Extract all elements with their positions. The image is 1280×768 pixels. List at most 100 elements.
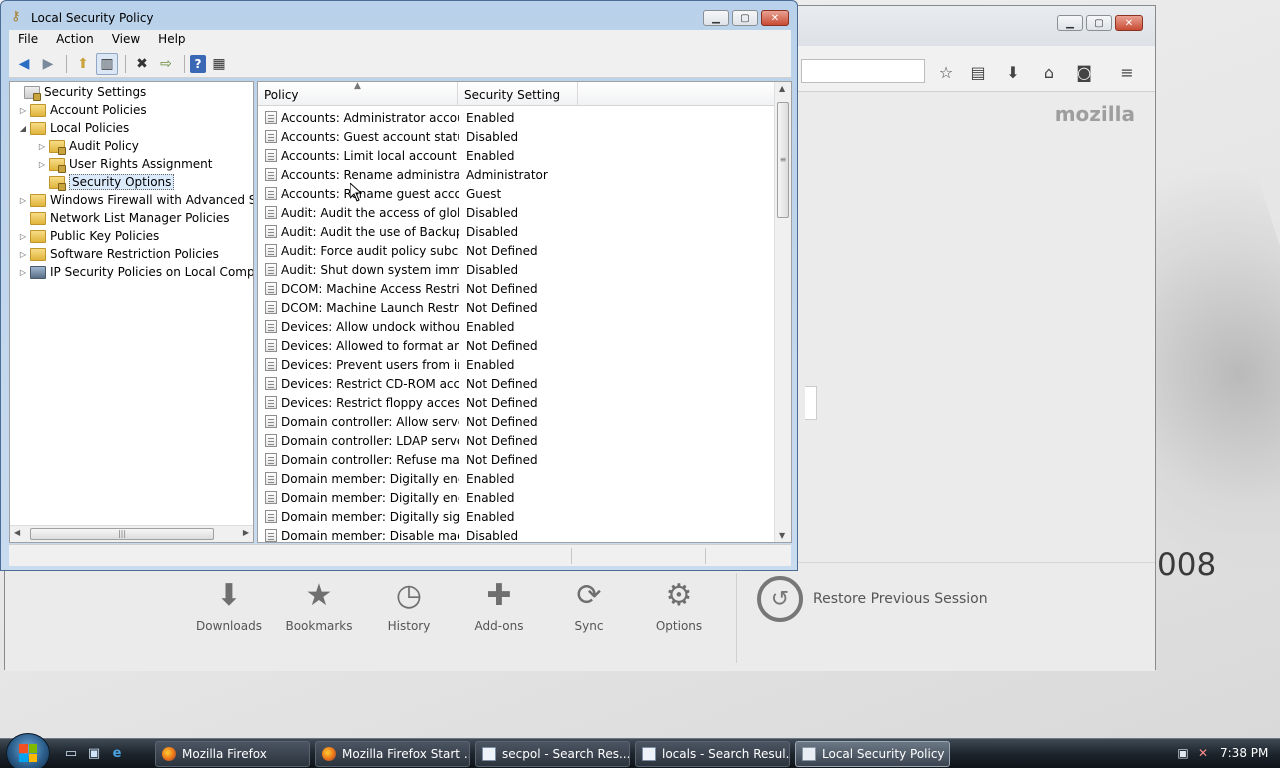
local-security-policy-window[interactable]: ⚷ Local Security Policy ▁ ▢ ✕ File Actio… bbox=[0, 0, 798, 571]
tree-item-security-settings[interactable]: Security Settings bbox=[12, 83, 146, 101]
expand-arrow-icon[interactable]: ▷ bbox=[37, 142, 47, 151]
taskbar-item-secpol-search[interactable]: secpol - Search Res... bbox=[475, 741, 630, 767]
column-header-security-setting[interactable]: Security Setting bbox=[458, 82, 578, 106]
table-row[interactable]: Domain controller: Refuse mac... Not Defi… bbox=[258, 450, 776, 469]
launcher-addons[interactable]: ✚ Add-ons bbox=[459, 579, 539, 634]
scroll-thumb[interactable]: ||| bbox=[30, 528, 214, 540]
list-vertical-scrollbar[interactable]: ▲ ≡ ▼ bbox=[774, 82, 791, 542]
table-row[interactable]: DCOM: Machine Launch Restri... Not Define… bbox=[258, 298, 776, 317]
table-row[interactable]: Audit: Audit the access of glob... Disabl… bbox=[258, 203, 776, 222]
column-header-policy[interactable]: ▲ Policy bbox=[258, 82, 458, 106]
launcher-sync[interactable]: ⟳ Sync bbox=[549, 579, 629, 634]
table-row[interactable]: Domain member: Digitally sign ... Enabled bbox=[258, 507, 776, 526]
table-row[interactable]: Devices: Allowed to format and... Not Def… bbox=[258, 336, 776, 355]
tree-item-local-policies[interactable]: ◢ Local Policies bbox=[18, 119, 129, 137]
hamburger-menu-icon[interactable]: ≡ bbox=[1116, 62, 1138, 82]
menu-action[interactable]: Action bbox=[47, 30, 103, 50]
up-folder-icon[interactable]: ⬆ bbox=[72, 53, 94, 75]
table-row[interactable]: Devices: Allow undock without ... Enabled bbox=[258, 317, 776, 336]
table-row[interactable]: Domain controller: Allow server... Not De… bbox=[258, 412, 776, 431]
table-row[interactable]: Devices: Restrict floppy access t... Not … bbox=[258, 393, 776, 412]
expand-arrow-icon[interactable]: ▷ bbox=[37, 160, 47, 169]
table-row[interactable]: DCOM: Machine Access Restric... Not Defin… bbox=[258, 279, 776, 298]
delete-x-icon[interactable]: ✖ bbox=[131, 53, 153, 75]
downloads-icon[interactable]: ⬇ bbox=[1002, 62, 1024, 82]
table-row[interactable]: Audit: Audit the use of Backup ... Disabl… bbox=[258, 222, 776, 241]
restore-session-button[interactable]: ↺ Restore Previous Session bbox=[757, 573, 988, 625]
launcher-bookmarks[interactable]: ★ Bookmarks bbox=[279, 579, 359, 634]
expand-arrow-icon[interactable]: ▷ bbox=[18, 196, 28, 205]
tree-item-account-policies[interactable]: ▷ Account Policies bbox=[18, 101, 147, 119]
home-icon[interactable]: ⌂ bbox=[1038, 62, 1060, 82]
tree-item-network-list-manager[interactable]: Network List Manager Policies bbox=[18, 209, 230, 227]
minimize-button[interactable]: ▁ bbox=[703, 10, 729, 26]
table-row[interactable]: Audit: Shut down system imme... Disabled bbox=[258, 260, 776, 279]
table-row[interactable]: Accounts: Rename guest accou... Guest bbox=[258, 184, 776, 203]
start-button[interactable] bbox=[6, 733, 50, 768]
switch-windows-icon[interactable]: ▣ bbox=[85, 745, 103, 763]
expand-arrow-icon[interactable]: ▷ bbox=[18, 250, 28, 259]
maximize-button[interactable]: ▢ bbox=[1086, 15, 1112, 31]
scroll-up-arrow-icon[interactable]: ▲ bbox=[779, 84, 785, 93]
bookmark-star-icon[interactable]: ☆ bbox=[935, 62, 957, 82]
menu-file[interactable]: File bbox=[9, 30, 47, 50]
menu-help[interactable]: Help bbox=[149, 30, 194, 50]
tree-item-windows-firewall[interactable]: ▷ Windows Firewall with Advanced Secu bbox=[18, 191, 253, 209]
forward-arrow-icon[interactable]: ▶ bbox=[37, 53, 59, 75]
launcher-downloads[interactable]: ⬇ Downloads bbox=[189, 579, 269, 634]
scroll-right-arrow-icon[interactable]: ▶ bbox=[243, 528, 249, 537]
taskbar-item-firefox-start[interactable]: Mozilla Firefox Start ... bbox=[315, 741, 470, 767]
internet-explorer-icon[interactable]: e bbox=[108, 745, 126, 763]
close-button[interactable]: ✕ bbox=[761, 10, 789, 26]
network-icon[interactable]: ▣ bbox=[1176, 746, 1190, 760]
reading-list-icon[interactable]: ▤ bbox=[967, 62, 989, 82]
tree-item-audit-policy[interactable]: ▷ Audit Policy bbox=[37, 137, 139, 155]
launcher-options[interactable]: ⚙ Options bbox=[639, 579, 719, 634]
taskbar-item-firefox[interactable]: Mozilla Firefox bbox=[155, 741, 310, 767]
show-desktop-icon[interactable]: ▭ bbox=[62, 745, 80, 763]
collapse-arrow-icon[interactable]: ◢ bbox=[18, 124, 28, 133]
table-row[interactable]: Domain member: Disable mach... Disabled bbox=[258, 526, 776, 542]
scroll-thumb[interactable]: ≡ bbox=[777, 102, 789, 218]
table-row[interactable]: Accounts: Rename administrat... Administr… bbox=[258, 165, 776, 184]
tree-item-public-key-policies[interactable]: ▷ Public Key Policies bbox=[18, 227, 159, 245]
policy-list-pane[interactable]: ▲ Policy Security Setting Accounts: Admi… bbox=[257, 81, 792, 543]
tree-item-security-options[interactable]: Security Options bbox=[37, 173, 175, 191]
start-search-box[interactable] bbox=[805, 386, 817, 420]
tree-item-software-restriction[interactable]: ▷ Software Restriction Policies bbox=[18, 245, 219, 263]
help-icon[interactable]: ? bbox=[190, 54, 206, 73]
table-row[interactable]: Accounts: Administrator accou... Enabled bbox=[258, 108, 776, 127]
table-row[interactable]: Audit: Force audit policy subcat... Not D… bbox=[258, 241, 776, 260]
table-row[interactable]: Devices: Prevent users from inst... Enabl… bbox=[258, 355, 776, 374]
scroll-down-arrow-icon[interactable]: ▼ bbox=[779, 531, 785, 540]
maximize-button[interactable]: ▢ bbox=[732, 10, 758, 26]
scroll-left-arrow-icon[interactable]: ◀ bbox=[14, 528, 20, 537]
tree-item-user-rights-assignment[interactable]: ▷ User Rights Assignment bbox=[37, 155, 212, 173]
taskbar-item-local-security-policy[interactable]: Local Security Policy bbox=[795, 741, 950, 767]
tree-item-ip-security[interactable]: ▷ IP Security Policies on Local Compute bbox=[18, 263, 253, 281]
back-arrow-icon[interactable]: ◀ bbox=[13, 53, 35, 75]
close-button[interactable]: ✕ bbox=[1115, 15, 1143, 31]
table-row[interactable]: Domain member: Digitally encr... Enabled bbox=[258, 488, 776, 507]
table-row[interactable]: Accounts: Limit local account u... Enable… bbox=[258, 146, 776, 165]
export-list-icon[interactable]: ⇨ bbox=[155, 53, 177, 75]
table-row[interactable]: Domain controller: LDAP server... Not Def… bbox=[258, 431, 776, 450]
table-row[interactable]: Domain member: Digitally encr... Enabled bbox=[258, 469, 776, 488]
pocket-icon[interactable]: ◙ bbox=[1073, 62, 1095, 82]
launcher-history[interactable]: ◷ History bbox=[369, 579, 449, 634]
tree-horizontal-scrollbar[interactable]: ◀ ||| ▶ bbox=[10, 525, 253, 542]
table-row[interactable]: Accounts: Guest account status Disabled bbox=[258, 127, 776, 146]
properties-icon[interactable]: ▦ bbox=[208, 53, 230, 75]
clock[interactable]: 7:38 PM bbox=[1220, 746, 1268, 760]
table-row[interactable]: Devices: Restrict CD-ROM acce... Not Defi… bbox=[258, 374, 776, 393]
taskbar-item-locals-search[interactable]: locals - Search Resul... bbox=[635, 741, 790, 767]
minimize-button[interactable]: ▁ bbox=[1057, 15, 1083, 31]
menu-view[interactable]: View bbox=[103, 30, 149, 50]
show-hide-tree-icon[interactable]: ▥ bbox=[96, 52, 118, 75]
volume-muted-icon[interactable]: ✕ bbox=[1196, 746, 1210, 760]
tree-pane[interactable]: Security Settings ▷ Account Policies ◢ L… bbox=[9, 81, 254, 543]
expand-arrow-icon[interactable]: ▷ bbox=[18, 106, 28, 115]
expand-arrow-icon[interactable]: ▷ bbox=[18, 232, 28, 241]
expand-arrow-icon[interactable]: ▷ bbox=[18, 268, 28, 277]
search-input[interactable] bbox=[801, 59, 925, 83]
